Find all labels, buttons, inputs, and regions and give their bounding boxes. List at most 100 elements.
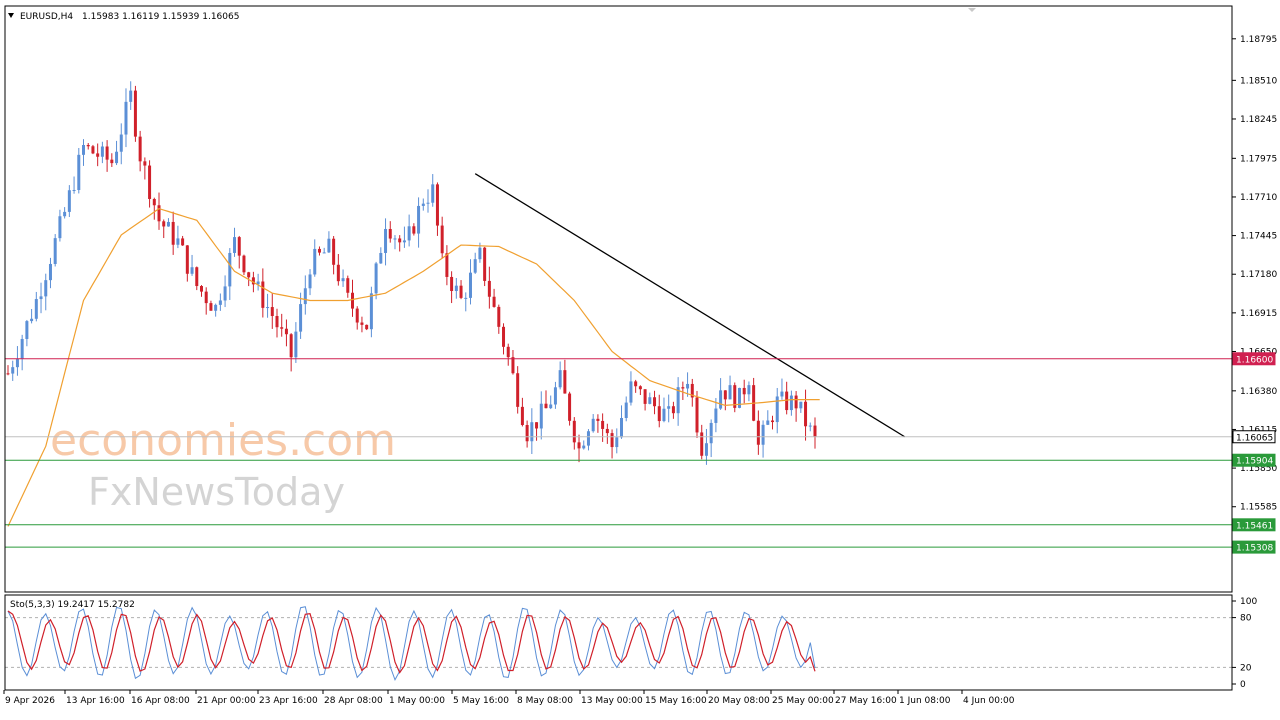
candle-body	[789, 395, 793, 411]
chart-canvas: economies.com FxNewsToday 1.18795 1.18510…	[0, 0, 1280, 720]
candle-body	[506, 346, 510, 358]
support-tag-label: 1.15308	[1236, 544, 1273, 554]
candle-body	[284, 328, 288, 335]
candle-body	[747, 385, 751, 395]
candle-body	[190, 267, 194, 274]
candle-body	[242, 255, 246, 273]
stochastic-tick-label: 0	[1240, 680, 1246, 690]
time-tick-label: 13 Apr 16:00	[66, 696, 125, 706]
price-tick-label: 1.16915	[1240, 309, 1277, 319]
candle-body	[199, 286, 203, 292]
candle-body	[648, 397, 652, 404]
candle-body	[785, 391, 789, 411]
candle-body	[209, 303, 213, 311]
candle-body	[148, 165, 152, 199]
candle-body	[539, 403, 543, 429]
candle-body	[336, 264, 340, 282]
candle-body	[308, 274, 312, 289]
candle-body	[440, 225, 444, 254]
candle-body	[704, 443, 708, 456]
chart-header: EURUSD,H4 1.15983 1.16119 1.15939 1.1606…	[8, 12, 239, 22]
candle-body	[317, 248, 321, 253]
support-tag-label: 1.15461	[1236, 521, 1273, 531]
candle-body	[365, 324, 369, 330]
candle-body	[6, 373, 10, 375]
stochastic-tick-label: 20	[1240, 663, 1252, 673]
candle-body	[662, 408, 666, 422]
candle-body	[511, 357, 515, 374]
candle-body	[454, 285, 458, 292]
price-tick-label: 1.17180	[1240, 270, 1277, 280]
candle-body	[577, 442, 581, 449]
time-tick-label: 25 May 00:00	[772, 696, 834, 706]
candle-body	[610, 433, 614, 448]
candle-body	[435, 184, 439, 226]
candle-body	[775, 396, 779, 423]
candle-body	[530, 422, 534, 442]
candle-body	[133, 90, 137, 137]
candle-body	[657, 406, 661, 422]
candle-body	[756, 420, 760, 445]
candle-body	[204, 291, 208, 304]
candle-body	[58, 216, 62, 239]
time-tick-label: 23 Apr 16:00	[259, 696, 318, 706]
candle-body	[799, 401, 803, 409]
stochastic-tick-label: 100	[1240, 597, 1257, 607]
time-tick-label: 20 May 08:00	[708, 696, 770, 706]
candle-body	[218, 300, 222, 305]
candle-body	[157, 205, 161, 222]
candle-body	[303, 288, 307, 305]
stochastic-tick-label: 80	[1240, 614, 1252, 624]
candle-body	[261, 281, 265, 308]
candle-body	[247, 272, 251, 278]
candle-body	[30, 318, 34, 322]
candle-body	[270, 307, 274, 317]
candle-body	[11, 367, 15, 374]
candle-body	[44, 280, 48, 297]
candle-body	[643, 389, 647, 404]
candle-body	[129, 90, 133, 102]
candle-body	[82, 144, 86, 155]
candle-body	[374, 263, 378, 294]
price-tick-label: 1.16380	[1240, 387, 1277, 397]
price-tick-label: 1.17710	[1240, 193, 1277, 203]
watermark: economies.com FxNewsToday	[50, 415, 396, 514]
candle-body	[634, 381, 638, 387]
candle-body	[473, 259, 477, 273]
candle-body	[185, 245, 189, 274]
candle-body	[502, 326, 506, 347]
time-tick-label: 4 Jun 00:00	[963, 696, 1015, 706]
price-tick-label: 1.18245	[1240, 115, 1277, 125]
candle-body	[53, 238, 57, 264]
candle-body	[586, 431, 590, 446]
candle-body	[166, 221, 170, 227]
price-tick-label: 1.18795	[1240, 35, 1277, 45]
candle-body	[601, 420, 605, 429]
time-tick-label: 27 May 16:00	[835, 696, 897, 706]
candle-body	[695, 397, 699, 433]
time-tick-label: 28 Apr 08:00	[324, 696, 383, 706]
candle-body	[709, 422, 713, 444]
candle-body	[568, 393, 572, 421]
candle-body	[445, 253, 449, 277]
candle-body	[700, 432, 704, 456]
candle-body	[402, 240, 406, 243]
candle-body	[332, 238, 336, 265]
stochastic-label: Sto(5,3,3) 19.2417 15.2782	[10, 600, 135, 610]
candle-body	[355, 308, 359, 323]
candle-body	[110, 159, 114, 164]
candle-body	[266, 307, 270, 309]
time-tick-label: 8 May 08:00	[517, 696, 573, 706]
price-tick-label: 1.17445	[1240, 232, 1277, 242]
candle-body	[91, 146, 95, 154]
candle-body	[384, 228, 388, 253]
candle-body	[417, 205, 421, 234]
time-tick-label: 15 May 16:00	[645, 696, 707, 706]
candle-body	[563, 370, 567, 394]
candle-body	[379, 252, 383, 264]
candle-body	[468, 272, 472, 298]
candle-body	[572, 420, 576, 443]
candle-body	[294, 331, 298, 358]
candle-body	[119, 134, 123, 152]
candle-body	[558, 370, 562, 388]
